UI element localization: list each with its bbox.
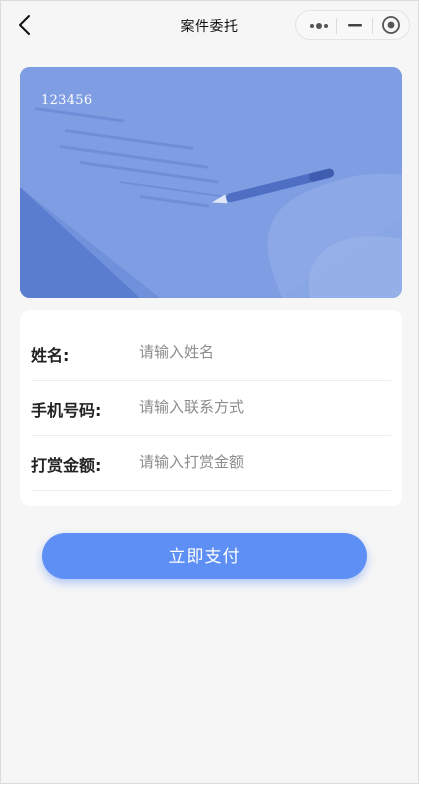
tip-amount-row: 打赏金额:: [31, 435, 391, 491]
navigation-bar: 案件委托: [1, 1, 418, 49]
minimize-icon: [348, 24, 362, 27]
pay-now-button[interactable]: 立即支付: [42, 533, 367, 579]
target-circle-icon: [382, 16, 400, 34]
name-input[interactable]: [139, 339, 379, 365]
name-row: 姓名:: [31, 325, 391, 381]
tip-amount-label: 打赏金额:: [31, 456, 102, 475]
form-card: 姓名: 手机号码: 打赏金额:: [20, 310, 402, 506]
more-dots-icon: [310, 24, 314, 28]
phone-input[interactable]: [139, 394, 379, 420]
phone-row: 手机号码:: [31, 380, 391, 436]
close-button[interactable]: [372, 11, 410, 39]
banner-caption: 123456: [41, 93, 93, 108]
tip-amount-input[interactable]: [139, 449, 379, 475]
minimize-button[interactable]: [336, 11, 374, 39]
banner-image: 123456: [20, 67, 402, 298]
app-frame: 案件委托 123456 姓名: 请输入姓名 手机号码: 请输入联系方式 打赏金额…: [0, 0, 419, 784]
more-dots-icon: [324, 24, 328, 28]
phone-label: 手机号码:: [31, 401, 102, 420]
mini-program-capsule: [295, 10, 410, 40]
more-dots-icon: [316, 23, 322, 29]
name-label: 姓名:: [31, 346, 70, 365]
more-button[interactable]: [299, 11, 337, 39]
